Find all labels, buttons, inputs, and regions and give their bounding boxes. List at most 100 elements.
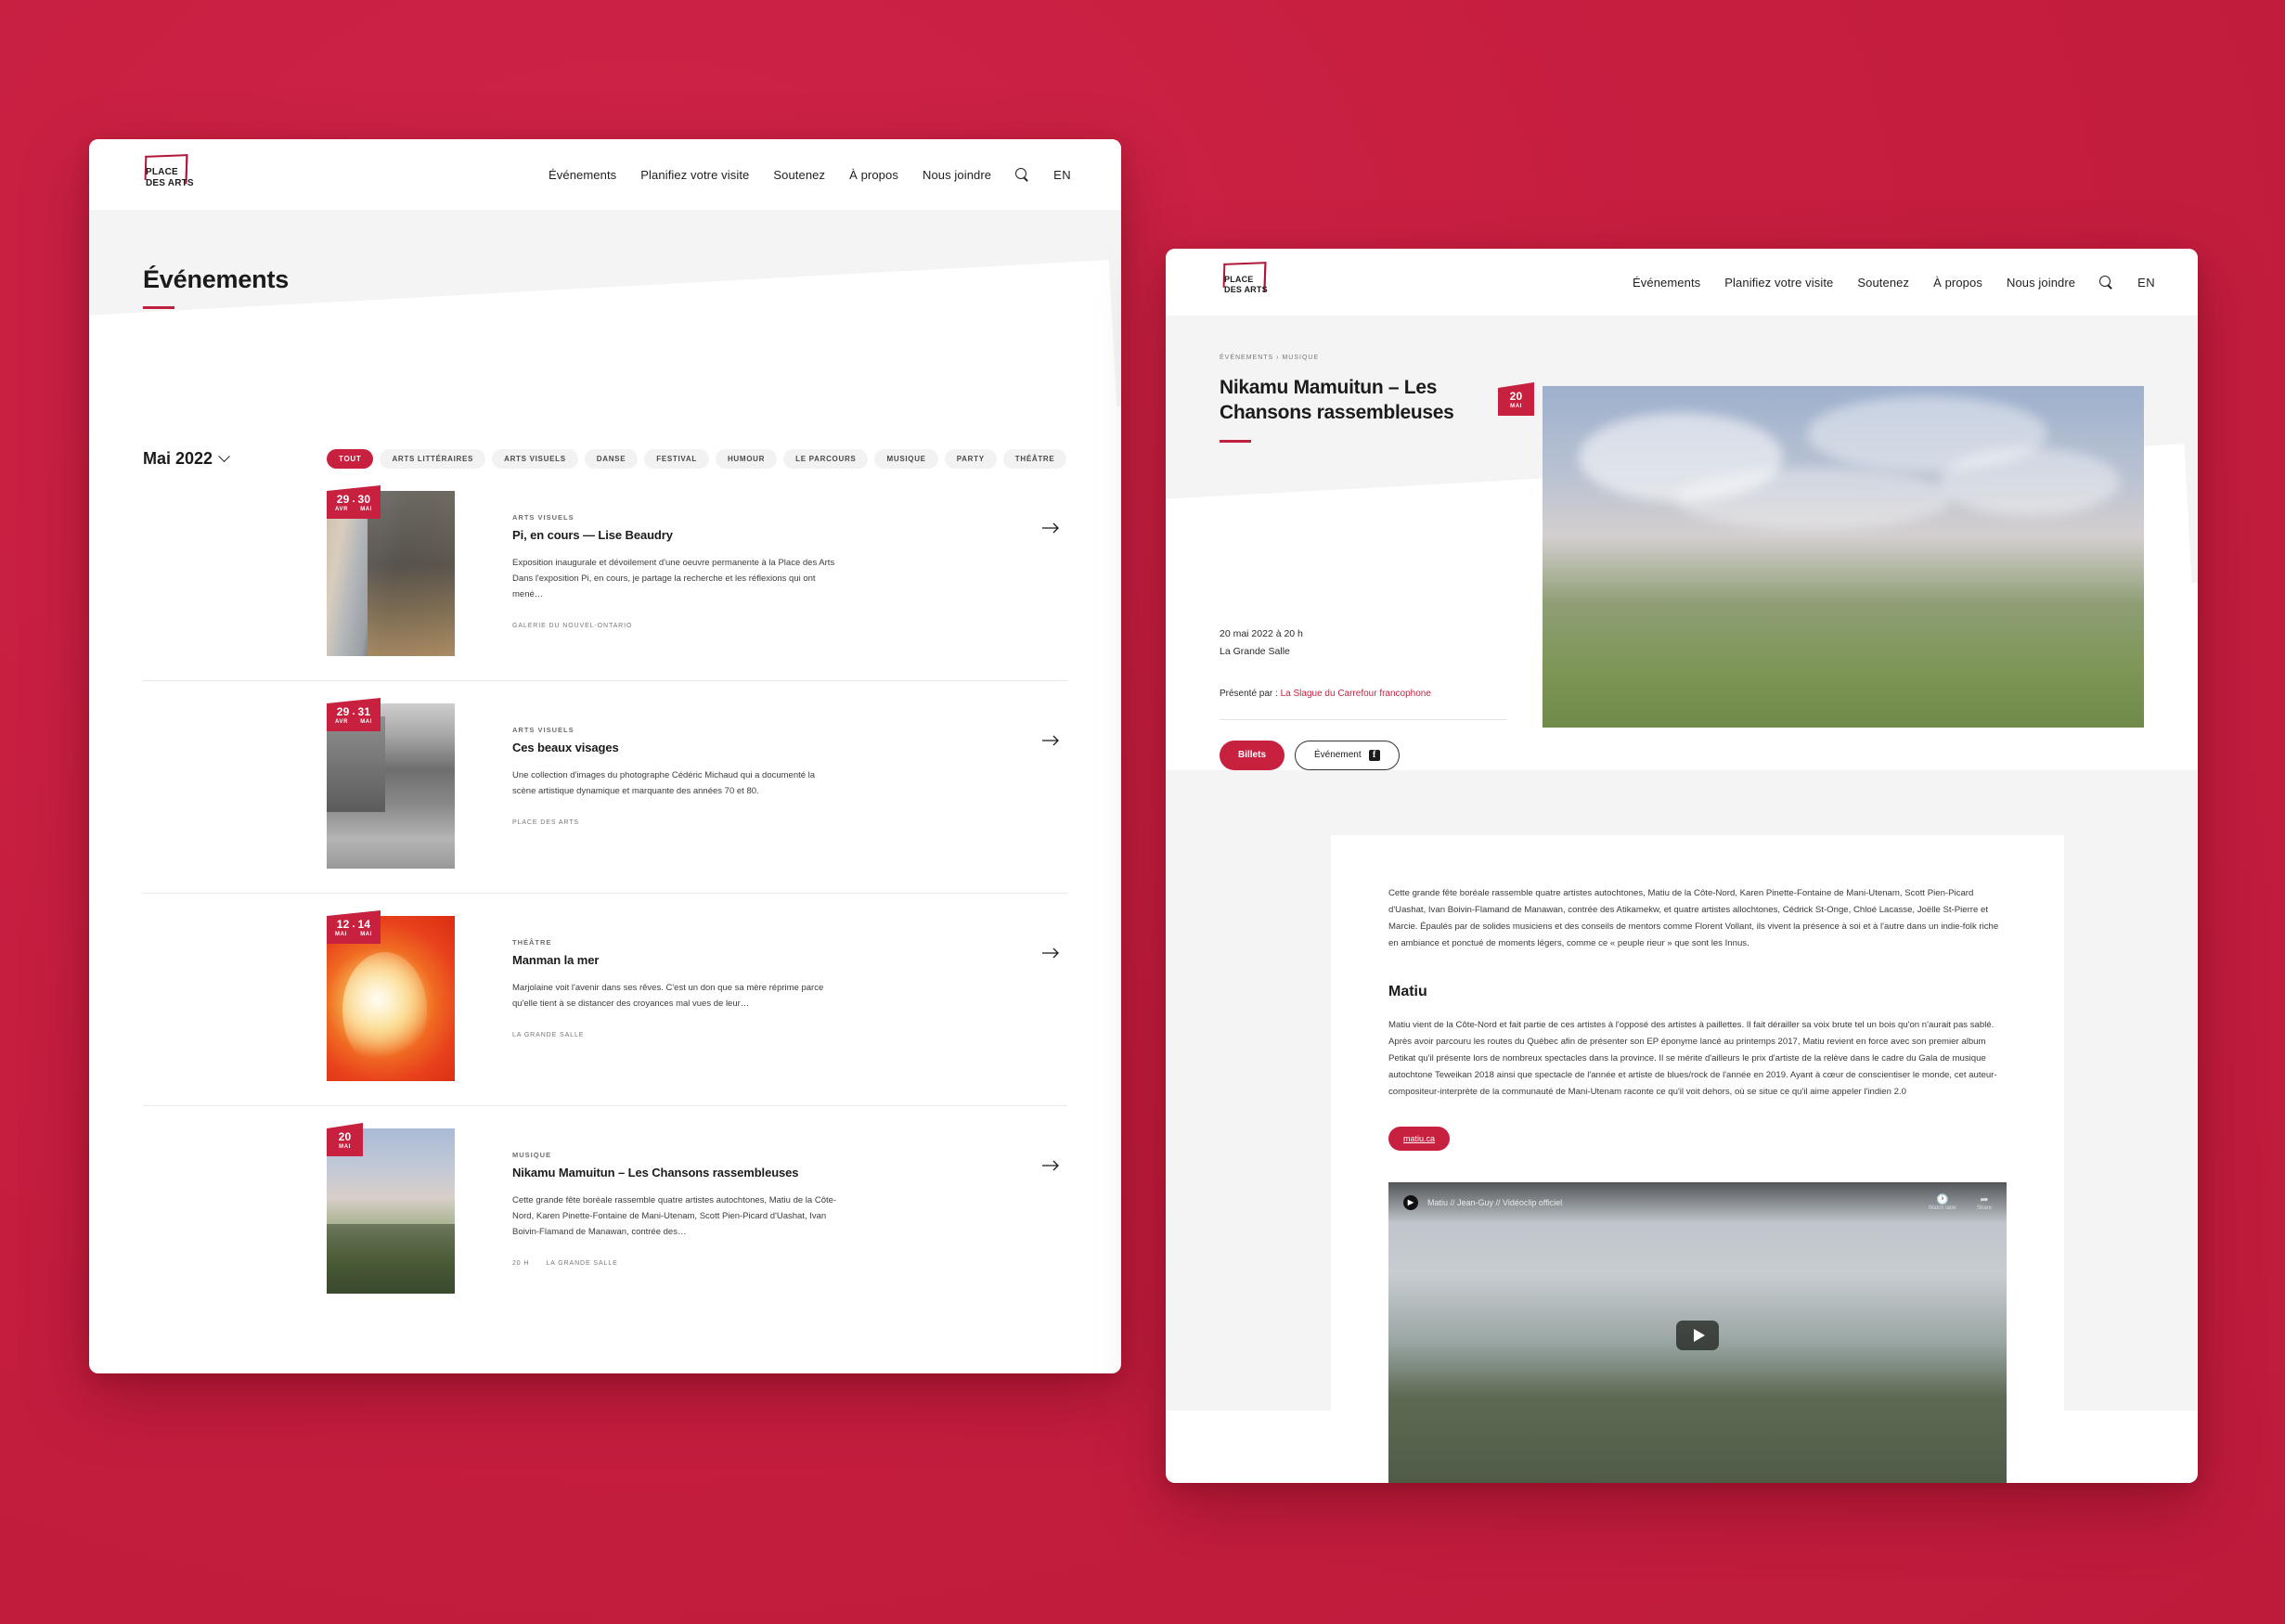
- place-des-arts-logo[interactable]: PLACE DES ARTS: [1220, 262, 1275, 302]
- nav-item-nous-joindre[interactable]: Nous joindre: [2007, 276, 2075, 290]
- event-date-badge: 20 MAI: [327, 1123, 363, 1156]
- chip-arts-litteraires[interactable]: ARTS LITTÉRAIRES: [380, 449, 486, 469]
- date-start-day: 12: [336, 918, 350, 931]
- arrow-right-icon[interactable]: [1041, 522, 1060, 534]
- youtube-channel-icon[interactable]: ▶: [1403, 1195, 1418, 1210]
- event-card[interactable]: 29 . 31 AVR MAI ARTS VISUELS Ces beaux v…: [143, 681, 1067, 894]
- event-category-label: ARTS VISUELS: [512, 513, 574, 522]
- section-heading: Matiu: [1388, 984, 1427, 999]
- date-end-day: 30: [357, 493, 371, 506]
- event-title: Pi, en cours — Lise Beaudry: [512, 528, 673, 542]
- date-end-month: MAI: [360, 932, 372, 937]
- nav-item-soutenez[interactable]: Soutenez: [773, 168, 825, 182]
- detail-title-block: ÉVÉNEMENTS › MUSIQUE Nikamu Mamuitun – L…: [1220, 354, 1507, 443]
- search-icon[interactable]: [2099, 275, 2113, 290]
- intro-paragraph: Cette grande fête boréale rassemble quat…: [1388, 888, 1999, 948]
- event-info-block: 20 mai 2022 à 20 h La Grande Salle Prése…: [1166, 625, 1507, 770]
- logo-line-2: DES ARTS: [146, 177, 194, 188]
- nav-item-apropos[interactable]: À propos: [1933, 276, 1982, 290]
- event-venue: PLACE DES ARTS: [512, 819, 579, 826]
- article-card: Cette grande fête boréale rassemble quat…: [1331, 835, 2064, 1483]
- chip-le-parcours[interactable]: LE PARCOURS: [783, 449, 869, 469]
- event-card-body: MUSIQUE Nikamu Mamuitun – Les Chansons r…: [512, 1128, 1067, 1294]
- language-toggle[interactable]: EN: [1053, 168, 1071, 182]
- chip-tout[interactable]: TOUT: [327, 449, 374, 469]
- arrow-right-icon[interactable]: [1041, 735, 1060, 746]
- event-category-label: ARTS VISUELS: [512, 726, 574, 734]
- nav-item-soutenez[interactable]: Soutenez: [1857, 276, 1909, 290]
- hero-date-day: 20: [1509, 390, 1523, 403]
- hero-date-badge: 20 MAI: [1498, 382, 1534, 416]
- chip-musique[interactable]: MUSIQUE: [874, 449, 938, 469]
- search-icon[interactable]: [1015, 167, 1029, 182]
- event-thumbnail-wrapper: 29 . 31 AVR MAI: [327, 698, 512, 869]
- event-detail-title: Nikamu Mamuitun – Les Chansons rassemble…: [1220, 377, 1454, 423]
- event-detail-window: PLACE DES ARTS Événements Planifiez votr…: [1166, 249, 2198, 1483]
- date-start-month: AVR: [335, 719, 349, 725]
- event-card[interactable]: 29 . 30 AVR MAI ARTS VISUELS Pi, en cour…: [143, 469, 1067, 681]
- date-separator: .: [352, 706, 355, 717]
- events-page-window: PLACE DES ARTS Événements Planifiez votr…: [89, 139, 1121, 1373]
- date-days: 29 . 31: [335, 706, 372, 717]
- chip-festival[interactable]: FESTIVAL: [644, 449, 709, 469]
- breadcrumb[interactable]: ÉVÉNEMENTS › MUSIQUE: [1220, 354, 1507, 361]
- event-hero-image: [1543, 386, 2144, 728]
- tickets-button[interactable]: Billets: [1220, 741, 1285, 770]
- event-thumbnail-wrapper: 12 . 14 MAI MAI: [327, 910, 512, 1081]
- detail-article-section: Cette grande fête boréale rassemble quat…: [1166, 770, 2198, 1483]
- nav-item-evenements[interactable]: Événements: [549, 168, 616, 182]
- date-days: 20: [1506, 391, 1526, 402]
- chip-humour[interactable]: HUMOUR: [715, 449, 778, 469]
- event-venue: LA GRANDE SALLE: [512, 1032, 585, 1038]
- share-button[interactable]: ➦ Share: [1977, 1194, 1992, 1211]
- event-meta: GALERIE DU NOUVEL-ONTARIO: [512, 623, 1036, 629]
- facebook-event-label: Événement: [1314, 750, 1362, 760]
- date-months: AVR MAI: [335, 717, 372, 725]
- watch-later-button[interactable]: 🕐 Watch later: [1929, 1194, 1956, 1211]
- nav-item-evenements[interactable]: Événements: [1633, 276, 1700, 290]
- event-title: Nikamu Mamuitun – Les Chansons rassemble…: [512, 1166, 799, 1179]
- event-venue: LA GRANDE SALLE: [546, 1260, 618, 1267]
- nav-item-nous-joindre[interactable]: Nous joindre: [923, 168, 991, 182]
- date-start-month: AVR: [335, 507, 349, 512]
- logo-wordmark: PLACE DES ARTS: [1224, 275, 1268, 294]
- event-category-label: MUSIQUE: [512, 1151, 552, 1159]
- date-days: 29 . 30: [335, 494, 372, 505]
- month-filter-dropdown[interactable]: Mai 2022: [143, 447, 327, 469]
- event-date-line: 20 mai 2022 à 20 h: [1220, 628, 1303, 639]
- external-site-link[interactable]: matiu.ca: [1388, 1127, 1451, 1151]
- logo-line-1: PLACE: [1224, 275, 1254, 284]
- arrow-right-icon[interactable]: [1041, 947, 1060, 959]
- event-card[interactable]: 20 MAI MUSIQUE Nikamu Mamuitun – Les Cha…: [143, 1106, 1067, 1318]
- nav-item-planifiez[interactable]: Planifiez votre visite: [1724, 276, 1833, 290]
- category-filter-chips: TOUT ARTS LITTÉRAIRES ARTS VISUELS DANSE…: [327, 447, 1067, 469]
- date-end-day: 31: [357, 705, 371, 718]
- date-start-month: MAI: [339, 1144, 351, 1150]
- video-embed[interactable]: ▶ Matiu // Jean-Guy // Vidéoclip officie…: [1388, 1182, 2007, 1483]
- nav-item-apropos[interactable]: À propos: [849, 168, 898, 182]
- date-start-day: 20: [338, 1130, 352, 1143]
- events-filter-row: Mai 2022 TOUT ARTS LITTÉRAIRES ARTS VISU…: [143, 406, 1067, 469]
- chip-theatre[interactable]: THÉÂTRE: [1002, 449, 1067, 469]
- event-venue-line: La Grande Salle: [1220, 646, 1290, 657]
- play-icon[interactable]: [1676, 1321, 1719, 1350]
- clock-icon: 🕐: [1936, 1194, 1949, 1205]
- event-thumbnail-wrapper: 20 MAI: [327, 1123, 512, 1294]
- detail-action-buttons: Billets Événement f: [1220, 741, 1507, 770]
- facebook-event-button[interactable]: Événement f: [1295, 741, 1400, 770]
- place-des-arts-logo[interactable]: PLACE DES ARTS: [141, 154, 197, 194]
- event-description: Cette grande fête boréale rassemble quat…: [512, 1195, 837, 1237]
- arrow-right-icon[interactable]: [1041, 1160, 1060, 1171]
- nav-item-planifiez[interactable]: Planifiez votre visite: [640, 168, 749, 182]
- month-filter-label: Mai 2022: [143, 449, 213, 468]
- event-date-badge: 12 . 14 MAI MAI: [327, 910, 381, 944]
- language-toggle[interactable]: EN: [2137, 276, 2155, 290]
- chip-danse[interactable]: DANSE: [584, 449, 639, 469]
- presenter-link[interactable]: La Slague du Carrefour francophone: [1281, 689, 1431, 699]
- event-meta: PLACE DES ARTS: [512, 819, 1036, 826]
- chip-arts-visuels[interactable]: ARTS VISUELS: [492, 449, 578, 469]
- chip-party[interactable]: PARTY: [944, 449, 997, 469]
- date-start-month: MAI: [335, 932, 347, 937]
- event-thumbnail-wrapper: 29 . 30 AVR MAI: [327, 485, 512, 656]
- event-card[interactable]: 12 . 14 MAI MAI THÉÂTRE Manman la mer Ma…: [143, 894, 1067, 1106]
